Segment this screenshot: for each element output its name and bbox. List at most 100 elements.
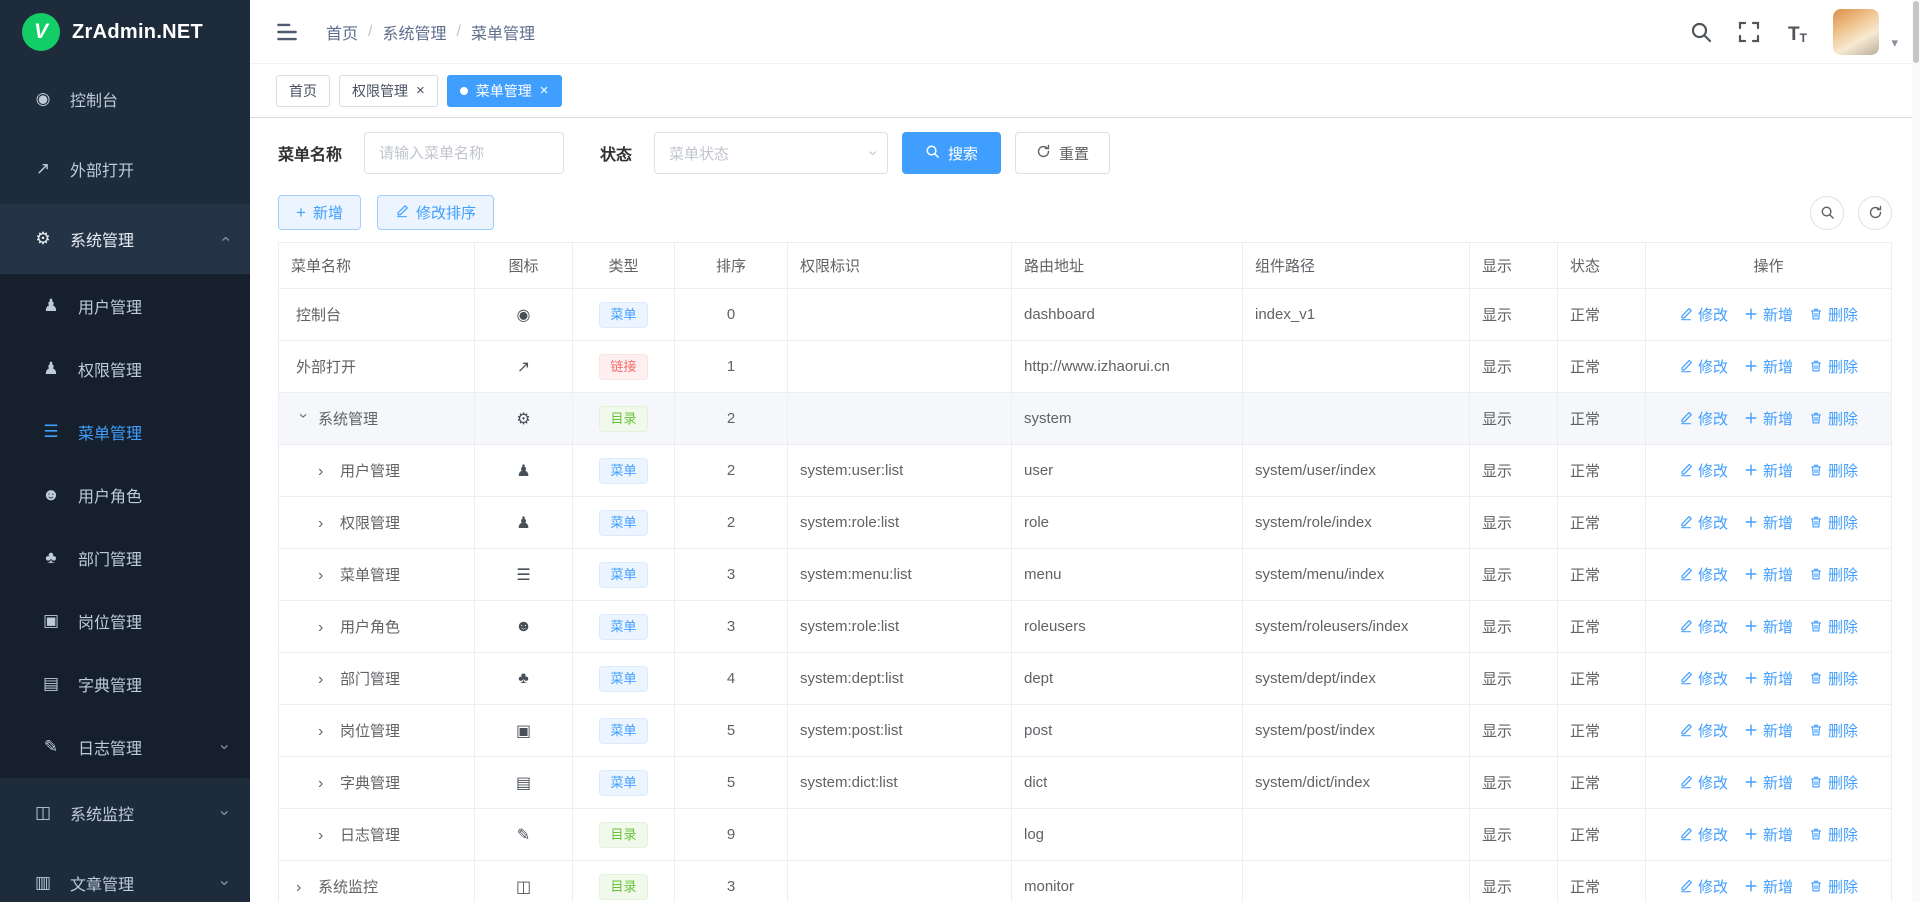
row-edit-button[interactable]: 修改 (1679, 460, 1728, 481)
tab-0[interactable]: 首页 (276, 75, 330, 107)
sidebar-subitem-0[interactable]: ♟用户管理 (0, 274, 250, 337)
table-row[interactable]: ›权限管理♟菜单2system:role:listrolesystem/role… (279, 497, 1892, 549)
table-row[interactable]: ›岗位管理▣菜单5system:post:listpostsystem/post… (279, 705, 1892, 757)
delete-icon (1809, 671, 1823, 685)
tree-expand-icon[interactable]: › (296, 879, 318, 897)
select-placeholder: 菜单状态 (669, 143, 729, 164)
row-add-button[interactable]: 新增 (1744, 304, 1793, 325)
tab-1[interactable]: 权限管理× (339, 75, 438, 107)
reset-button[interactable]: 重置 (1015, 132, 1110, 174)
tree-collapse-icon[interactable]: › (294, 413, 312, 427)
row-edit-button[interactable]: 修改 (1679, 304, 1728, 325)
menu-status-select[interactable]: 菜单状态 › (654, 132, 888, 174)
row-edit-button[interactable]: 修改 (1679, 668, 1728, 689)
breadcrumb-item[interactable]: 首页 (326, 20, 358, 44)
refresh-table-button[interactable] (1858, 196, 1892, 230)
row-delete-button[interactable]: 删除 (1809, 512, 1858, 533)
tab-2[interactable]: 菜单管理× (447, 75, 562, 107)
sidebar-subitem-7[interactable]: ✎日志管理› (0, 715, 250, 778)
row-edit-button[interactable]: 修改 (1679, 720, 1728, 741)
sidebar-item-3[interactable]: ◫系统监控› (0, 778, 250, 848)
row-delete-button[interactable]: 删除 (1809, 304, 1858, 325)
row-add-button[interactable]: 新增 (1744, 824, 1793, 845)
row-edit-button[interactable]: 修改 (1679, 512, 1728, 533)
row-edit-button[interactable]: 修改 (1679, 876, 1728, 897)
table-row[interactable]: ›日志管理✎目录9log显示正常修改新增删除 (279, 809, 1892, 861)
row-add-button[interactable]: 新增 (1744, 356, 1793, 377)
font-size-icon[interactable]: TT (1785, 20, 1809, 44)
table-row[interactable]: 外部打开↗链接1http://www.izhaorui.cn显示正常修改新增删除 (279, 341, 1892, 393)
sidebar-item-4[interactable]: ▥文章管理› (0, 848, 250, 902)
tab-close-icon[interactable]: × (416, 83, 425, 98)
tree-expand-icon[interactable]: › (318, 671, 340, 689)
tree-expand-icon[interactable]: › (318, 775, 340, 793)
sidebar-subitem-5[interactable]: ▣岗位管理 (0, 589, 250, 652)
fullscreen-icon[interactable] (1737, 20, 1761, 44)
row-delete-button[interactable]: 删除 (1809, 668, 1858, 689)
row-edit-button[interactable]: 修改 (1679, 772, 1728, 793)
row-delete-button[interactable]: 删除 (1809, 460, 1858, 481)
row-add-button[interactable]: 新增 (1744, 616, 1793, 637)
row-edit-button[interactable]: 修改 (1679, 356, 1728, 377)
row-add-button[interactable]: 新增 (1744, 720, 1793, 741)
row-add-button[interactable]: 新增 (1744, 512, 1793, 533)
table-row[interactable]: 控制台◉菜单0dashboardindex_v1显示正常修改新增删除 (279, 289, 1892, 341)
breadcrumb-item[interactable]: 系统管理 (382, 20, 446, 44)
tree-expand-icon[interactable]: › (318, 827, 340, 845)
tree-expand-icon[interactable]: › (318, 619, 340, 637)
tree-expand-icon[interactable]: › (318, 515, 340, 533)
route-value: system (1012, 393, 1243, 445)
row-delete-button[interactable]: 删除 (1809, 408, 1858, 429)
table-row[interactable]: ›系统监控◫目录3monitor显示正常修改新增删除 (279, 861, 1892, 902)
row-delete-button[interactable]: 删除 (1809, 876, 1858, 897)
table-row[interactable]: ›系统管理⚙目录2system显示正常修改新增删除 (279, 393, 1892, 445)
row-add-button[interactable]: 新增 (1744, 668, 1793, 689)
row-edit-button[interactable]: 修改 (1679, 408, 1728, 429)
table-row[interactable]: ›部门管理♣菜单4system:dept:listdeptsystem/dept… (279, 653, 1892, 705)
sort-edit-button[interactable]: 修改排序 (377, 195, 494, 230)
scrollbar-thumb[interactable] (1913, 1, 1919, 63)
row-edit-button[interactable]: 修改 (1679, 564, 1728, 585)
menu-name-input[interactable] (364, 132, 564, 174)
sidebar-item-1[interactable]: ↗外部打开 (0, 134, 250, 204)
user-avatar[interactable] (1833, 9, 1879, 55)
sidebar-item-0[interactable]: ◉控制台 (0, 64, 250, 134)
delete-icon (1809, 515, 1823, 529)
search-icon[interactable] (1689, 20, 1713, 44)
tree-expand-icon[interactable]: › (318, 463, 340, 481)
table-row[interactable]: ›菜单管理☰菜单3system:menu:listmenusystem/menu… (279, 549, 1892, 601)
row-add-button[interactable]: 新增 (1744, 564, 1793, 585)
sidebar-subitem-4[interactable]: ♣部门管理 (0, 526, 250, 589)
perm-value: system:role:list (788, 497, 1012, 549)
add-button[interactable]: + 新增 (278, 195, 361, 230)
row-delete-button[interactable]: 删除 (1809, 720, 1858, 741)
user-menu-caret-icon[interactable]: ▾ (1891, 35, 1898, 55)
table-row[interactable]: ›用户管理♟菜单2system:user:listusersystem/user… (279, 445, 1892, 497)
show-search-button[interactable] (1810, 196, 1844, 230)
sidebar-toggle-icon[interactable] (274, 19, 300, 45)
row-delete-button[interactable]: 删除 (1809, 356, 1858, 377)
sort-value: 2 (675, 497, 788, 549)
sidebar-item-2[interactable]: ⚙系统管理› (0, 204, 250, 274)
row-add-button[interactable]: 新增 (1744, 460, 1793, 481)
sidebar-subitem-2[interactable]: ☰菜单管理 (0, 400, 250, 463)
sidebar-subitem-6[interactable]: ▤字典管理 (0, 652, 250, 715)
row-add-button[interactable]: 新增 (1744, 408, 1793, 429)
row-edit-button[interactable]: 修改 (1679, 824, 1728, 845)
row-delete-button[interactable]: 删除 (1809, 564, 1858, 585)
sidebar-subitem-3[interactable]: ☻用户角色 (0, 463, 250, 526)
sidebar-subitem-1[interactable]: ♟权限管理 (0, 337, 250, 400)
row-add-button[interactable]: 新增 (1744, 876, 1793, 897)
scrollbar[interactable] (1912, 0, 1920, 902)
table-row[interactable]: ›字典管理▤菜单5system:dict:listdictsystem/dict… (279, 757, 1892, 809)
search-button[interactable]: 搜索 (902, 132, 1001, 174)
row-delete-button[interactable]: 删除 (1809, 824, 1858, 845)
table-row[interactable]: ›用户角色☻菜单3system:role:listroleuserssystem… (279, 601, 1892, 653)
tree-expand-icon[interactable]: › (318, 723, 340, 741)
tab-close-icon[interactable]: × (540, 83, 549, 98)
row-delete-button[interactable]: 删除 (1809, 772, 1858, 793)
row-edit-button[interactable]: 修改 (1679, 616, 1728, 637)
tree-expand-icon[interactable]: › (318, 567, 340, 585)
row-add-button[interactable]: 新增 (1744, 772, 1793, 793)
row-delete-button[interactable]: 删除 (1809, 616, 1858, 637)
